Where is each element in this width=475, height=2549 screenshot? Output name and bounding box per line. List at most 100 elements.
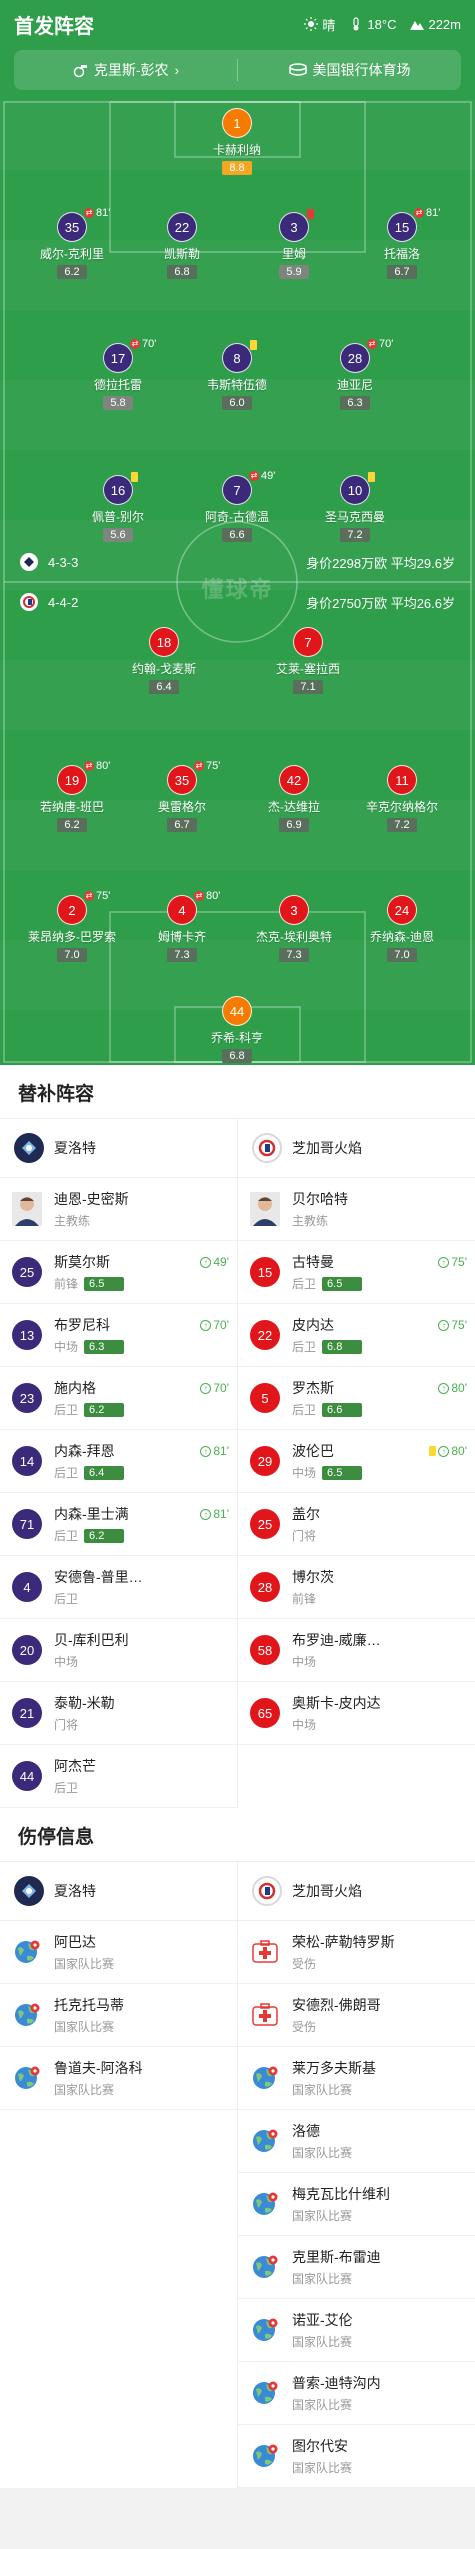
coach-avatar [12,1192,42,1226]
home-player[interactable]: 10 圣马克西曼 7.2 [295,472,415,543]
player-rating: 6.7 [387,265,417,279]
home-player[interactable]: 3 里姆 5.9 [234,209,354,280]
player-rating: 6.2 [57,265,87,279]
away-player[interactable]: 44 乔希-科亨 6.8 [177,996,297,1064]
injury-row[interactable]: 托克托马蒂 国家队比赛 [0,1984,237,2047]
home-player[interactable]: 8 韦斯特伍德 6.0 [177,340,297,411]
player-number-badge: 24 [387,895,417,925]
away-player[interactable]: 24 乔纳森-迪恩 7.0 [342,895,462,963]
injury-row[interactable]: 安德烈-佛朗哥 受伤 [238,1984,475,2047]
sub-info: 罗杰斯 后卫 6.6 [292,1378,363,1418]
sub-time: 81' [426,207,441,219]
sub-on-icon: ↑ [200,1256,212,1268]
sub-row[interactable]: 44 阿杰芒 后卫 [0,1745,237,1808]
sub-row[interactable]: 14 内森-拜恩 后卫 6.4 ↑ 81' [0,1430,237,1493]
injury-row[interactable]: 普索-迪特沟内 国家队比赛 [238,2362,475,2425]
sub-row[interactable]: 20 贝-库利巴利 中场 [0,1619,237,1682]
sub-row[interactable]: 58 布罗迪-威廉… 中场 [238,1619,475,1682]
away-player[interactable]: 42 杰-达维拉 6.9 [234,765,354,833]
injury-row[interactable]: 诺亚-艾伦 国家队比赛 [238,2299,475,2362]
home-player[interactable]: 35 ⇄ 81' 威尔-克利里 6.2 [12,207,132,280]
away-player[interactable]: 18 约翰-戈麦斯 6.4 [104,627,224,695]
sub-row[interactable]: 13 布罗尼科 中场 6.3 ↑ 70' [0,1304,237,1367]
sub-off-indicator: ⇄ 80' [84,760,110,772]
sub-info: 波伦巴 中场 6.5 [292,1441,363,1481]
sub-info: 泰勒-米勒 门将 [54,1693,115,1733]
home-player[interactable]: 1 卡赫利纳 8.8 [177,108,297,176]
sub-row[interactable]: 21 泰勒-米勒 门将 [0,1682,237,1745]
sub-row[interactable]: 23 施内格 后卫 6.2 ↑ 70' [0,1367,237,1430]
away-player[interactable]: 19 ⇄ 80' 若纳唐-班巴 6.2 [12,760,132,833]
player-rating: 6.6 [222,528,252,542]
sub-row[interactable]: 迪恩-史密斯 主教练 [0,1178,237,1241]
sub-on-time: 81' [213,1444,229,1458]
sub-row[interactable]: 25 盖尔 门将 [238,1493,475,1556]
injury-row[interactable]: 克里斯-布雷迪 国家队比赛 [238,2236,475,2299]
subs-away-team[interactable]: 芝加哥火焰 [237,1119,475,1177]
sub-row[interactable]: 29 波伦巴 中场 6.5 ↑ 80' [238,1430,475,1493]
home-player[interactable]: 22 凯斯勒 6.8 [122,212,242,280]
player-number-badge: 16 [103,472,138,505]
sub-name: 博尔茨 [292,1569,334,1585]
sub-on-time: 75' [451,1318,467,1332]
sub-row[interactable]: 71 内森-里士满 后卫 6.2 ↑ 81' [0,1493,237,1556]
injury-row[interactable]: 阿巴达 国家队比赛 [0,1921,237,1984]
globe-icon [15,2003,40,2026]
player-rating: 5.9 [279,265,309,279]
injury-row[interactable]: 图尔代安 国家队比赛 [238,2425,475,2488]
away-player[interactable]: 4 ⇄ 80' 姆博卡齐 7.3 [122,890,242,963]
injury-row[interactable]: 莱万多夫斯基 国家队比赛 [238,2047,475,2110]
home-player[interactable]: 16 佩普-别尔 5.6 [58,472,178,543]
sub-rating: 6.8 [322,1339,363,1354]
player-name: 威尔-克利里 [40,247,104,261]
away-player[interactable]: 11 辛克尔纳格尔 7.2 [342,765,462,833]
sub-on-time: 49' [213,1255,229,1269]
sub-name: 泰勒-米勒 [54,1695,115,1711]
sub-row[interactable]: 65 奥斯卡-皮内达 中场 [238,1682,475,1745]
player-number-badge: 1 [222,108,252,138]
injury-player-name: 安德烈-佛朗哥 [292,1997,381,2013]
injury-row[interactable]: 梅克瓦比什维利 国家队比赛 [238,2173,475,2236]
injury-row[interactable]: 洛德 国家队比赛 [238,2110,475,2173]
home-player[interactable]: 28 ⇄ 70' 迪亚尼 6.3 [295,338,415,411]
player-name: 佩普-别尔 [92,510,144,524]
subs-home-team[interactable]: 夏洛特 [0,1119,237,1177]
away-player[interactable]: 7 艾莱-塞拉西 7.1 [248,627,368,695]
sub-position-text: 后卫 [292,1403,317,1417]
sub-position: 主教练 [292,1212,348,1229]
injuries-home-list: 阿巴达 国家队比赛 托克托马蒂 国家队比赛 鲁道夫-阿洛科 国家队比赛 [0,1921,237,2488]
player-name: 乔希-科亨 [211,1031,263,1045]
player-number-badge: 3 [279,209,314,242]
sub-row[interactable]: 28 博尔茨 前锋 [238,1556,475,1619]
away-player[interactable]: 2 ⇄ 75' 莱昂纳多-巴罗索 7.0 [12,890,132,963]
player-number-badge: 8 [222,340,257,373]
sub-row[interactable]: 15 古特曼 后卫 6.5 ↑ 75' [238,1241,475,1304]
sub-name: 阿杰芒 [54,1758,96,1774]
player-rating: 7.0 [57,948,87,962]
home-player[interactable]: 15 ⇄ 81' 托福洛 6.7 [342,207,462,280]
injuries-away-team[interactable]: 芝加哥火焰 [237,1862,475,1920]
away-player[interactable]: 35 ⇄ 75' 奥雷格尔 6.7 [122,760,242,833]
referee-link[interactable]: 克里斯-彭农 › [14,60,237,80]
sub-off-icon: ⇄ [130,339,140,349]
sub-on-time: 75' [451,1255,467,1269]
yellow-card-icon [250,340,257,350]
sub-row[interactable]: 25 斯莫尔斯 前锋 6.5 ↑ 49' [0,1241,237,1304]
sub-time: 49' [261,470,276,482]
sub-row[interactable]: 贝尔哈特 主教练 [238,1178,475,1241]
sub-row[interactable]: 22 皮内达 后卫 6.8 ↑ 75' [238,1304,475,1367]
player-rating: 6.3 [340,396,370,410]
home-player[interactable]: 17 ⇄ 70' 德拉托雷 5.8 [58,338,178,411]
sub-row[interactable]: 5 罗杰斯 后卫 6.6 ↑ 80' [238,1367,475,1430]
injury-row[interactable]: 荣松-萨勒特罗斯 受伤 [238,1921,475,1984]
player-rating: 6.2 [57,818,87,832]
sub-number-badge: 29 [250,1446,280,1476]
player-number-badge: 35 ⇄ 75' [167,760,220,795]
away-player[interactable]: 3 杰克-埃利奥特 7.3 [234,895,354,963]
injury-row[interactable]: 鲁道夫-阿洛科 国家队比赛 [0,2047,237,2110]
player-name: 德拉托雷 [93,378,142,392]
sub-on-indicator: ↑ 75' [438,1318,467,1332]
sub-row[interactable]: 4 安德鲁-普里… 后卫 [0,1556,237,1619]
home-player[interactable]: 7 ⇄ 49' 阿奇-古德温 6.6 [177,470,297,543]
injuries-home-team[interactable]: 夏洛特 [0,1862,237,1920]
